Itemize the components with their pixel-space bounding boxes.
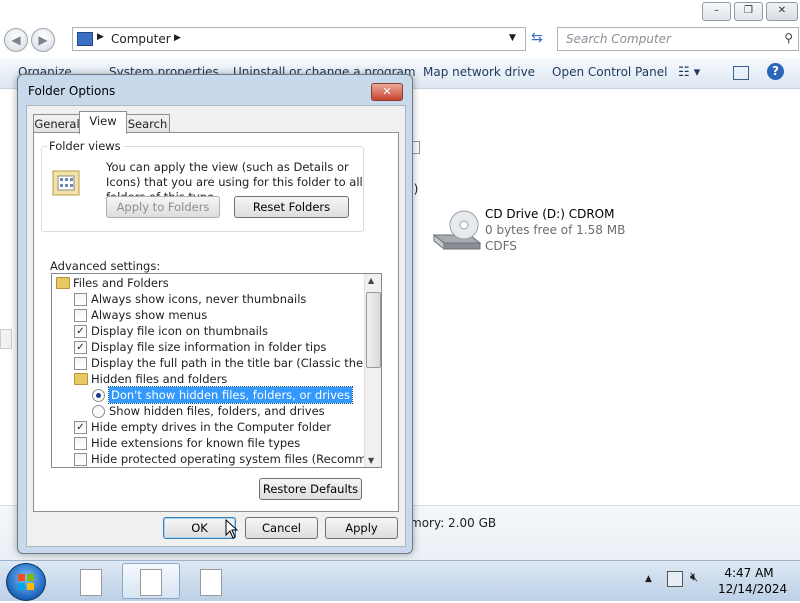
start-button[interactable] (6, 563, 46, 601)
folder-icon (74, 373, 88, 385)
explorer-titlebar: – ❐ ✕ (0, 0, 800, 26)
radio-button[interactable] (92, 405, 105, 418)
checkbox[interactable]: ✓ (74, 325, 87, 338)
open-control-panel-button[interactable]: Open Control Panel (552, 65, 667, 79)
checkbox[interactable]: ✓ (74, 341, 87, 354)
advanced-settings-list[interactable]: Files and Folders Always show icons, neve… (51, 273, 382, 468)
radio-button[interactable] (92, 389, 105, 402)
dialog-close-button[interactable]: ✕ (371, 83, 403, 101)
map-network-drive-button[interactable]: Map network drive (423, 65, 535, 79)
setting-label: Display file icon on thumbnails (91, 324, 268, 338)
help-icon[interactable]: ? (767, 63, 784, 80)
tab-search-label: Search (127, 117, 168, 131)
setting-label: Always show icons, never thumbnails (91, 292, 307, 306)
checkbox[interactable] (74, 357, 87, 370)
drive-filesystem: CDFS (485, 239, 517, 253)
close-window-button[interactable]: ✕ (766, 2, 798, 21)
breadcrumb-computer[interactable]: Computer (111, 32, 171, 46)
tab-general[interactable]: General (33, 114, 81, 133)
clock-time: 4:47 AM (724, 566, 774, 580)
dialog-body: General View Search Folder views You can… (26, 105, 406, 547)
setting-label: Don't show hidden files, folders, or dri… (107, 386, 354, 404)
checkbox[interactable] (74, 293, 87, 306)
nav-pane-edge (0, 329, 12, 349)
document-icon (200, 569, 222, 596)
cd-drive-icon (432, 210, 482, 251)
setting-label: Hide extensions for known file types (91, 436, 301, 450)
tab-general-label: General (34, 117, 80, 131)
checkbox[interactable] (74, 453, 87, 466)
setting-label: Display file size information in folder … (91, 340, 327, 354)
taskbar: ▲ 🔇︎ 4:47 AM 12/14/2024 (0, 560, 800, 601)
drive-name: CD Drive (D:) CDROM (485, 207, 615, 221)
advanced-settings-scrollbar[interactable]: ▲ ▼ (364, 274, 381, 467)
forward-arrow-icon: ▶ (38, 33, 48, 47)
tab-view-label: View (89, 114, 117, 128)
back-button[interactable]: ◀ (4, 28, 28, 52)
search-placeholder: Search Computer (566, 32, 671, 46)
setting-label: Display the full path in the title bar (… (91, 356, 382, 370)
search-input[interactable]: Search Computer ⚲ (557, 27, 799, 51)
change-view-icon[interactable]: ☷ ▾ (678, 65, 700, 80)
scroll-up-icon[interactable]: ▲ (368, 276, 374, 285)
checkbox[interactable]: ✓ (74, 421, 87, 434)
setting-label: Hide protected operating system files (R… (91, 452, 382, 466)
folder-options-dialog: Folder Options ✕ General View Search Fol… (17, 74, 413, 554)
view-tab-panel: Folder views You can apply the view (suc… (33, 132, 399, 512)
dialog-title: Folder Options (28, 84, 116, 98)
document-icon (140, 569, 162, 596)
taskbar-app-3[interactable] (182, 563, 240, 599)
address-bar[interactable]: ▶ Computer ▶ ▼ (72, 27, 526, 51)
computer-icon (77, 32, 93, 46)
breadcrumb-arrow-icon[interactable]: ▶ (174, 33, 181, 43)
setting-label: Show hidden files, folders, and drives (109, 404, 325, 418)
preview-pane-icon[interactable] (733, 66, 749, 80)
minimize-button[interactable]: – (702, 2, 731, 21)
tab-view[interactable]: View (79, 111, 127, 134)
taskbar-app-2[interactable] (122, 563, 180, 599)
back-arrow-icon: ◀ (11, 33, 21, 47)
apply-to-folders-button[interactable]: Apply to Folders (106, 196, 220, 218)
reset-folders-button[interactable]: Reset Folders (234, 196, 349, 218)
mouse-cursor-icon (225, 519, 239, 539)
folder-views-legend: Folder views (47, 139, 123, 153)
scrollbar-thumb[interactable] (366, 292, 381, 368)
apply-button[interactable]: Apply (325, 517, 398, 539)
clock-date: 12/14/2024 (718, 582, 788, 596)
folder-icon (56, 277, 70, 289)
volume-muted-icon[interactable]: 🔇︎ (690, 570, 698, 585)
system-clock[interactable]: 4:47 AM 12/14/2024 (718, 565, 788, 597)
memory-fragment: mory: 2.00 GB (410, 516, 497, 530)
address-row: ◀ ▶ ▶ Computer ▶ ▼ ⇆ Search Computer ⚲ (0, 26, 800, 58)
show-hidden-icons-icon[interactable]: ▲ (645, 574, 652, 584)
advanced-settings-label: Advanced settings: (50, 259, 161, 273)
setting-label: Always show menus (91, 308, 208, 322)
drive-free-space: 0 bytes free of 1.58 MB (485, 223, 626, 237)
scroll-down-icon[interactable]: ▼ (368, 456, 374, 465)
folder-views-icon (52, 170, 80, 196)
breadcrumb-arrow-icon: ▶ (97, 32, 104, 42)
setting-label: Hide empty drives in the Computer folder (91, 420, 332, 434)
checkbox[interactable] (74, 309, 87, 322)
cancel-button[interactable]: Cancel (245, 517, 318, 539)
restore-defaults-button[interactable]: Restore Defaults (259, 478, 362, 500)
search-icon[interactable]: ⚲ (784, 31, 793, 45)
setting-label: Files and Folders (73, 276, 169, 290)
maximize-button[interactable]: ❐ (734, 2, 763, 21)
refresh-icon[interactable]: ⇆ (531, 30, 543, 46)
document-icon (80, 569, 102, 596)
windows-logo-icon (18, 574, 34, 590)
address-dropdown-icon[interactable]: ▼ (509, 33, 516, 43)
checkbox[interactable] (74, 437, 87, 450)
setting-label: Hidden files and folders (91, 372, 228, 386)
folder-views-group: Folder views You can apply the view (suc… (41, 139, 364, 232)
tab-search[interactable]: Search (125, 114, 170, 133)
taskbar-app-1[interactable] (62, 563, 120, 599)
network-icon[interactable] (667, 571, 683, 587)
forward-button[interactable]: ▶ (31, 28, 55, 52)
